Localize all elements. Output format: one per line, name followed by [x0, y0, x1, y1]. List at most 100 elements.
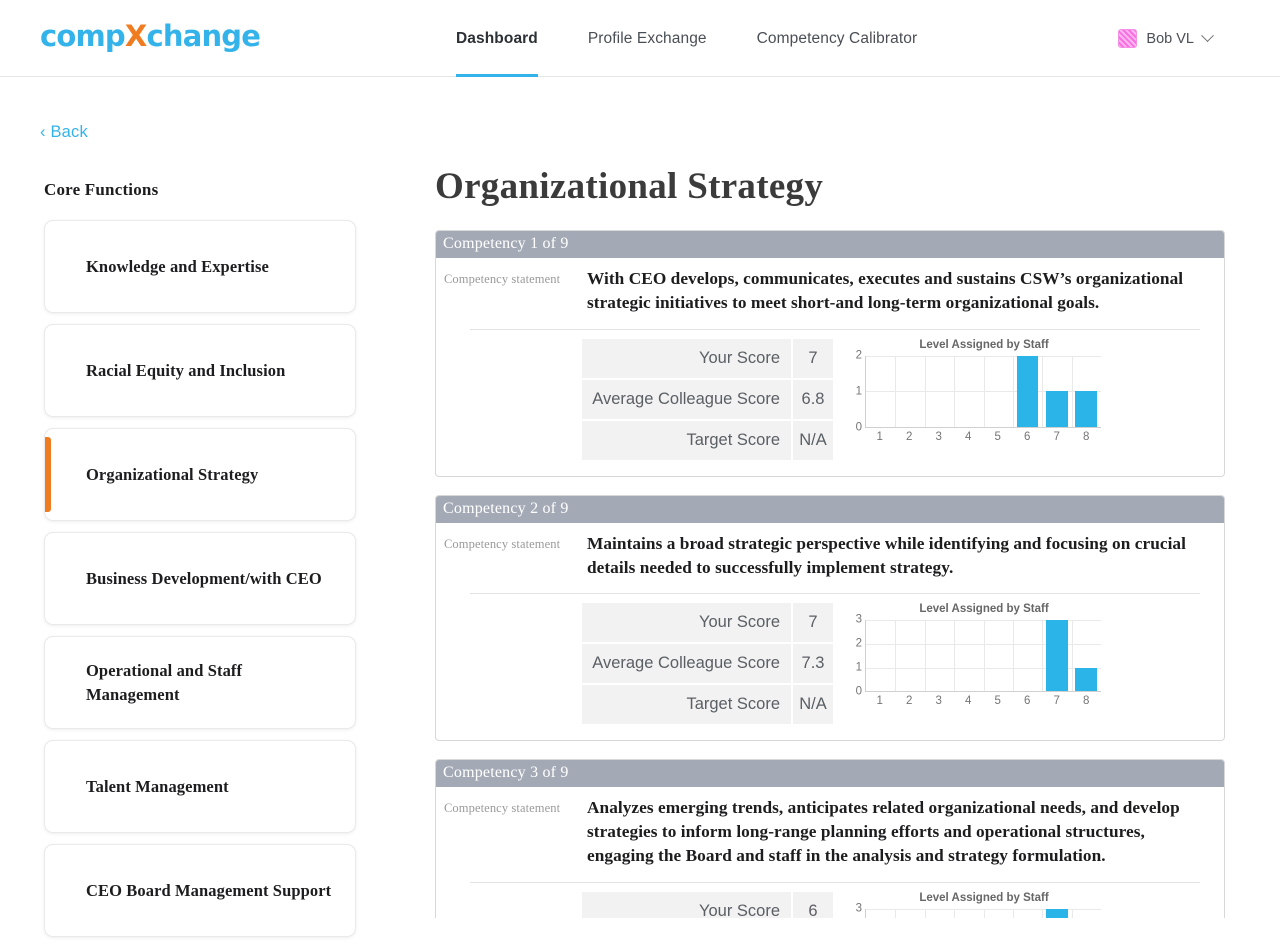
nav-item-competency-calibrator[interactable]: Competency Calibrator — [757, 0, 918, 77]
chart-bar-slot — [1072, 356, 1101, 427]
chart-bar-slot — [984, 909, 1013, 918]
chart-bar — [1017, 356, 1039, 427]
chart-bar-slot — [1042, 909, 1071, 918]
sidebar-item-talent-management[interactable]: Talent Management — [44, 740, 356, 833]
competency-card-header: Competency 3 of 9 — [436, 760, 1224, 787]
competency-statement-text: Maintains a broad strategic perspective … — [587, 532, 1200, 580]
score-row-value: 7 — [793, 603, 833, 642]
chevron-down-icon — [1201, 29, 1214, 42]
sidebar-item-ceo-board-management-support[interactable]: CEO Board Management Support — [44, 844, 356, 937]
chart-x-tick: 5 — [983, 431, 1013, 443]
chart-bar-group — [866, 620, 1101, 691]
competency-card-header: Competency 1 of 9 — [436, 231, 1224, 258]
app-logo[interactable]: compXchange — [40, 22, 260, 51]
chart-bar-slot — [866, 356, 895, 427]
chart-y-tick: 3 — [856, 615, 862, 627]
back-link[interactable]: ‹ Back — [40, 123, 88, 142]
competency-card-body: Competency statementAnalyzes emerging tr… — [436, 787, 1224, 918]
score-row-value: 7.3 — [793, 644, 833, 683]
chart-x-tick: 8 — [1072, 695, 1102, 707]
metrics-row: Your Score6Average Colleague Score6.8Tar… — [444, 892, 1200, 918]
score-row-label: Your Score — [582, 603, 791, 642]
sidebar-item-label: Talent Management — [86, 775, 229, 799]
nav-item-dashboard[interactable]: Dashboard — [456, 0, 538, 77]
chart-bar-slot — [984, 356, 1013, 427]
chart-y-tick: 1 — [856, 663, 862, 675]
logo-text-second: change — [146, 19, 260, 53]
chart-bar-slot — [1042, 356, 1071, 427]
competency-statement-row: Competency statementAnalyzes emerging tr… — [444, 796, 1200, 868]
score-row: Average Colleague Score7.3 — [582, 644, 833, 683]
score-row-value: N/A — [793, 685, 833, 724]
chart-bar-slot — [866, 620, 895, 691]
chart-bars-container — [865, 620, 1101, 692]
chart-y-tick: 0 — [856, 422, 862, 434]
score-row-label: Your Score — [582, 892, 791, 918]
chart-bar-slot — [895, 620, 924, 691]
chart-x-tick: 2 — [895, 431, 925, 443]
score-row: Target ScoreN/A — [582, 421, 833, 460]
card-divider — [470, 593, 1200, 594]
chart-y-tick: 0 — [856, 687, 862, 699]
chart-x-tick: 1 — [865, 431, 895, 443]
chart-x-axis: 12345678 — [865, 431, 1101, 443]
chart-bar-group — [866, 909, 1101, 918]
score-table: Your Score6Average Colleague Score6.8Tar… — [582, 892, 833, 918]
sidebar-item-racial-equity-and-inclusion[interactable]: Racial Equity and Inclusion — [44, 324, 356, 417]
sidebar-item-label: CEO Board Management Support — [86, 879, 331, 903]
chart-bar-slot — [1013, 620, 1042, 691]
chart-x-tick: 2 — [895, 695, 925, 707]
nav-label-dashboard: Dashboard — [456, 30, 538, 48]
chart-bar-slot — [1013, 909, 1042, 918]
chart-bar-slot — [925, 356, 954, 427]
sidebar-item-label: Business Development/with CEO — [86, 567, 322, 591]
chart-x-tick: 3 — [924, 695, 954, 707]
chart-y-tick: 2 — [856, 350, 862, 362]
sidebar-item-operational-and-staff-management[interactable]: Operational and Staff Management — [44, 636, 356, 729]
chart-x-tick: 6 — [1013, 695, 1043, 707]
sidebar-item-knowledge-and-expertise[interactable]: Knowledge and Expertise — [44, 220, 356, 313]
chart-bar-slot — [954, 356, 983, 427]
chart-title: Level Assigned by Staff — [851, 892, 1101, 904]
sidebar-item-label: Knowledge and Expertise — [86, 255, 269, 279]
chart-x-tick: 7 — [1042, 431, 1072, 443]
chart-bar-slot — [1042, 620, 1071, 691]
top-navigation-bar: compXchange Dashboard Profile Exchange C… — [0, 0, 1280, 77]
sidebar-item-label: Racial Equity and Inclusion — [86, 359, 285, 383]
competency-card-header: Competency 2 of 9 — [436, 496, 1224, 523]
chart-y-tick: 1 — [856, 386, 862, 398]
chart-bar-slot — [925, 620, 954, 691]
chart-bar-slot — [895, 909, 924, 918]
competency-statement-label: Competency statement — [444, 267, 587, 287]
metrics-row: Your Score7Average Colleague Score7.3Tar… — [444, 603, 1200, 726]
chart-bar-slot — [1013, 356, 1042, 427]
chart-title: Level Assigned by Staff — [851, 603, 1101, 615]
user-menu[interactable]: Bob VL — [1118, 0, 1212, 77]
sidebar-item-organizational-strategy[interactable]: Organizational Strategy — [44, 428, 356, 521]
competency-statement-text: With CEO develops, communicates, execute… — [587, 267, 1200, 315]
score-row-label: Average Colleague Score — [582, 380, 791, 419]
chart-x-tick: 5 — [983, 695, 1013, 707]
competency-statement-label: Competency statement — [444, 532, 587, 552]
card-divider — [470, 882, 1200, 883]
chart-title: Level Assigned by Staff — [851, 339, 1101, 351]
chart-bar-group — [866, 356, 1101, 427]
page-title: Organizational Strategy — [435, 165, 1225, 208]
score-row: Average Colleague Score6.8 — [582, 380, 833, 419]
chart-y-axis: 0123 — [851, 909, 865, 918]
score-row-value: 7 — [793, 339, 833, 378]
chart-bar-slot — [895, 356, 924, 427]
chart-plot-area: 0123 — [851, 909, 1101, 918]
sidebar-item-label: Operational and Staff Management — [86, 659, 339, 707]
chart-x-tick: 1 — [865, 695, 895, 707]
nav-item-profile-exchange[interactable]: Profile Exchange — [588, 0, 707, 77]
chart-bar-slot — [866, 909, 895, 918]
chart-bar — [1046, 909, 1068, 918]
competency-card: Competency 1 of 9Competency statementWit… — [435, 230, 1225, 477]
sidebar-item-business-development-with-ceo[interactable]: Business Development/with CEO — [44, 532, 356, 625]
chart-bar — [1075, 391, 1097, 427]
score-row: Target ScoreN/A — [582, 685, 833, 724]
chart-bar — [1075, 668, 1097, 692]
level-assigned-chart: Level Assigned by Staff01212345678 — [851, 339, 1101, 443]
competency-card-body: Competency statementWith CEO develops, c… — [436, 258, 1224, 476]
